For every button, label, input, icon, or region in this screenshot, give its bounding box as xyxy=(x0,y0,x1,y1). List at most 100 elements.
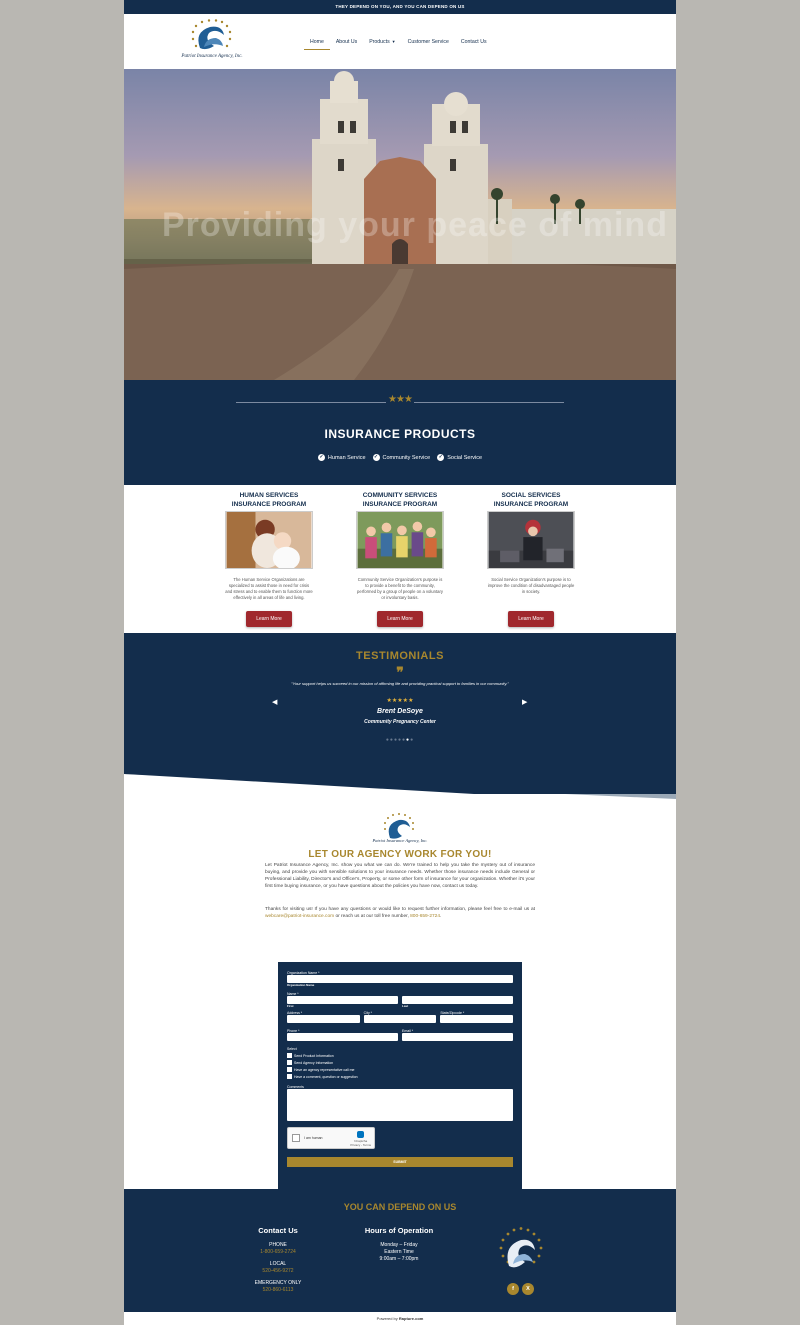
products-title: INSURANCE PRODUCTS xyxy=(324,427,476,441)
card-title-line: COMMUNITY SERVICES xyxy=(362,492,438,499)
city-input[interactable] xyxy=(363,1015,437,1023)
emergency-label: EMERGENCY ONLY xyxy=(254,1280,302,1286)
card-title: COMMUNITY SERVICES INSURANCE PROGRAM xyxy=(356,491,444,511)
captcha-checkbox[interactable] xyxy=(292,1134,300,1142)
check-circle-icon: ✓ xyxy=(317,454,325,461)
card-title-line: HUMAN SERVICES xyxy=(239,492,299,499)
phone-email-row: Phone * Email * xyxy=(287,1029,513,1041)
product-checklist: ✓ Human Service ✓ Community Service ✓ Socia… xyxy=(124,454,676,461)
card-title-line: INSURANCE PROGRAM xyxy=(362,501,438,508)
phone-link[interactable]: 800-659-2724 xyxy=(410,914,440,919)
nav-home[interactable]: Home xyxy=(304,35,330,50)
checkbox[interactable] xyxy=(287,1067,292,1072)
agency-contact-text: or reach us at our toll free number, xyxy=(334,913,411,919)
state-col: State/Zipcode * xyxy=(440,1011,514,1023)
testimonial-quote: "Your support helps us succeed in our mi… xyxy=(291,681,509,686)
option-row[interactable]: Have a comment, question or suggestion xyxy=(287,1074,513,1079)
agency-section: Patriot Insurance Agency, Inc. LET OUR A… xyxy=(124,802,676,1204)
card-title-line: INSURANCE PROGRAM xyxy=(231,501,307,508)
x-twitter-icon[interactable]: X xyxy=(522,1283,534,1295)
agency-contact-text: Thanks for visiting us! If you have any … xyxy=(265,907,535,912)
card-social-services: SOCIAL SERVICES INSURANCE PROGRAM Social … xyxy=(487,491,575,633)
card-description: Community Service Organization's purpose… xyxy=(357,577,443,600)
org-sublabel: Organization Name xyxy=(287,983,315,987)
card-description: Social Service Organization's purpose is… xyxy=(487,577,575,594)
nav-products[interactable]: Products ▼ xyxy=(363,35,401,50)
emergency-link[interactable]: 520-860-6113 xyxy=(238,1287,318,1294)
card-photo xyxy=(356,511,444,569)
captcha-widget[interactable]: I am human hCaptcha Privacy - Terms xyxy=(287,1127,375,1149)
facebook-icon[interactable]: f xyxy=(507,1283,519,1295)
agency-paragraph: Let Patriot Insurance Agency, Inc. show … xyxy=(265,863,535,889)
checkbox[interactable] xyxy=(287,1060,292,1065)
option-label: Have an agency representative call me xyxy=(294,1067,355,1072)
quote-icon: ❞ xyxy=(396,664,404,680)
footer-title: YOU CAN DEPEND ON US xyxy=(343,1202,457,1212)
local-link[interactable]: 520-456-9272 xyxy=(238,1268,318,1275)
nav-products-label: Products xyxy=(369,39,390,45)
check-label: Community Service xyxy=(382,454,431,461)
brand-name: Patriot Insurance Agency, Inc. xyxy=(181,54,243,59)
footer-hours: Hours of Operation Monday – Friday Easte… xyxy=(354,1226,444,1263)
checkbox[interactable] xyxy=(287,1053,292,1058)
card-community-services: COMMUNITY SERVICES INSURANCE PROGRAM Comm… xyxy=(356,491,444,633)
testimonials-title: TESTIMONIALS xyxy=(356,650,444,662)
first-sublabel: First xyxy=(287,1004,294,1008)
footer-contact: Contact Us PHONE 1-800-659-2724 LOCAL 52… xyxy=(238,1226,318,1299)
chevron-down-icon: ▼ xyxy=(391,39,396,44)
page: THEY DEPEND ON YOU, AND YOU CAN DEPEND O… xyxy=(124,0,676,1325)
last-name-input[interactable] xyxy=(402,996,513,1004)
email-input[interactable] xyxy=(402,1033,513,1041)
nav-customer-service[interactable]: Customer Service xyxy=(402,35,455,50)
hero-tagline: Providing your peace of mind xyxy=(162,206,668,244)
hours-time: 9:00am – 7:00pm xyxy=(379,1256,419,1262)
next-arrow-icon[interactable]: ▶ xyxy=(522,698,527,706)
section-divider-shape xyxy=(124,774,676,802)
state-zip-input[interactable] xyxy=(440,1015,514,1023)
captcha-brand: hCaptcha Privacy - Terms xyxy=(350,1131,371,1147)
select-label: Select xyxy=(287,1047,297,1051)
phone-col: Phone * xyxy=(287,1029,398,1041)
captcha-privacy: Privacy - Terms xyxy=(350,1143,371,1147)
nav-about-us[interactable]: About Us xyxy=(330,35,363,50)
testimonials-section: TESTIMONIALS ❞ "Your support helps us su… xyxy=(124,633,676,774)
check-label: Human Service xyxy=(327,454,366,461)
first-col: First xyxy=(287,996,398,1008)
last-col: Last xyxy=(402,996,513,1008)
comments-textarea[interactable] xyxy=(287,1089,513,1121)
option-row[interactable]: Send Product Information xyxy=(287,1053,513,1058)
check-item: ✓ Community Service xyxy=(372,454,431,461)
email-link[interactable]: webcare@patriot-insurance.com xyxy=(265,914,334,919)
phone-link[interactable]: 1-800-659-2724 xyxy=(238,1249,318,1256)
prev-arrow-icon[interactable]: ◀ xyxy=(272,698,277,706)
contact-title: Contact Us xyxy=(258,1226,298,1235)
option-row[interactable]: Have an agency representative call me xyxy=(287,1067,513,1072)
program-cards: HUMAN SERVICES INSURANCE PROGRAM The Huma… xyxy=(124,485,676,633)
address-input[interactable] xyxy=(287,1015,360,1023)
check-circle-icon: ✓ xyxy=(437,454,445,461)
stars-icon: ★★★ xyxy=(388,394,413,405)
address-col: Address * xyxy=(287,1011,360,1023)
powered-link[interactable]: Rapture.com xyxy=(399,1316,423,1321)
check-item: ✓ Human Service xyxy=(317,454,366,461)
nav-contact-us[interactable]: Contact Us xyxy=(455,35,493,50)
insurance-products-band: ★★★ INSURANCE PRODUCTS ✓ Human Service ✓ C… xyxy=(124,380,676,485)
carousel-dot[interactable]: ● xyxy=(410,737,414,743)
testimonial-org: Community Pregnancy Center xyxy=(364,719,436,725)
card-photo xyxy=(487,511,575,569)
powered-prefix: Powered by xyxy=(376,1316,399,1321)
org-name-input[interactable] xyxy=(287,975,513,983)
learn-more-button[interactable]: Learn More xyxy=(508,611,554,627)
phone-label: PHONE xyxy=(269,1242,287,1248)
first-name-input[interactable] xyxy=(287,996,398,1004)
hours-days: Monday – Friday xyxy=(380,1242,418,1248)
learn-more-button[interactable]: Learn More xyxy=(246,611,292,627)
phone-input[interactable] xyxy=(287,1033,398,1041)
submit-button[interactable]: SUBMIT xyxy=(287,1157,513,1167)
option-row[interactable]: Send Agency Information xyxy=(287,1060,513,1065)
site-footer: YOU CAN DEPEND ON US Contact Us PHONE 1-… xyxy=(124,1189,676,1312)
checkbox[interactable] xyxy=(287,1074,292,1079)
email-col: Email * xyxy=(402,1029,513,1041)
hours-title: Hours of Operation xyxy=(364,1226,434,1235)
learn-more-button[interactable]: Learn More xyxy=(377,611,423,627)
